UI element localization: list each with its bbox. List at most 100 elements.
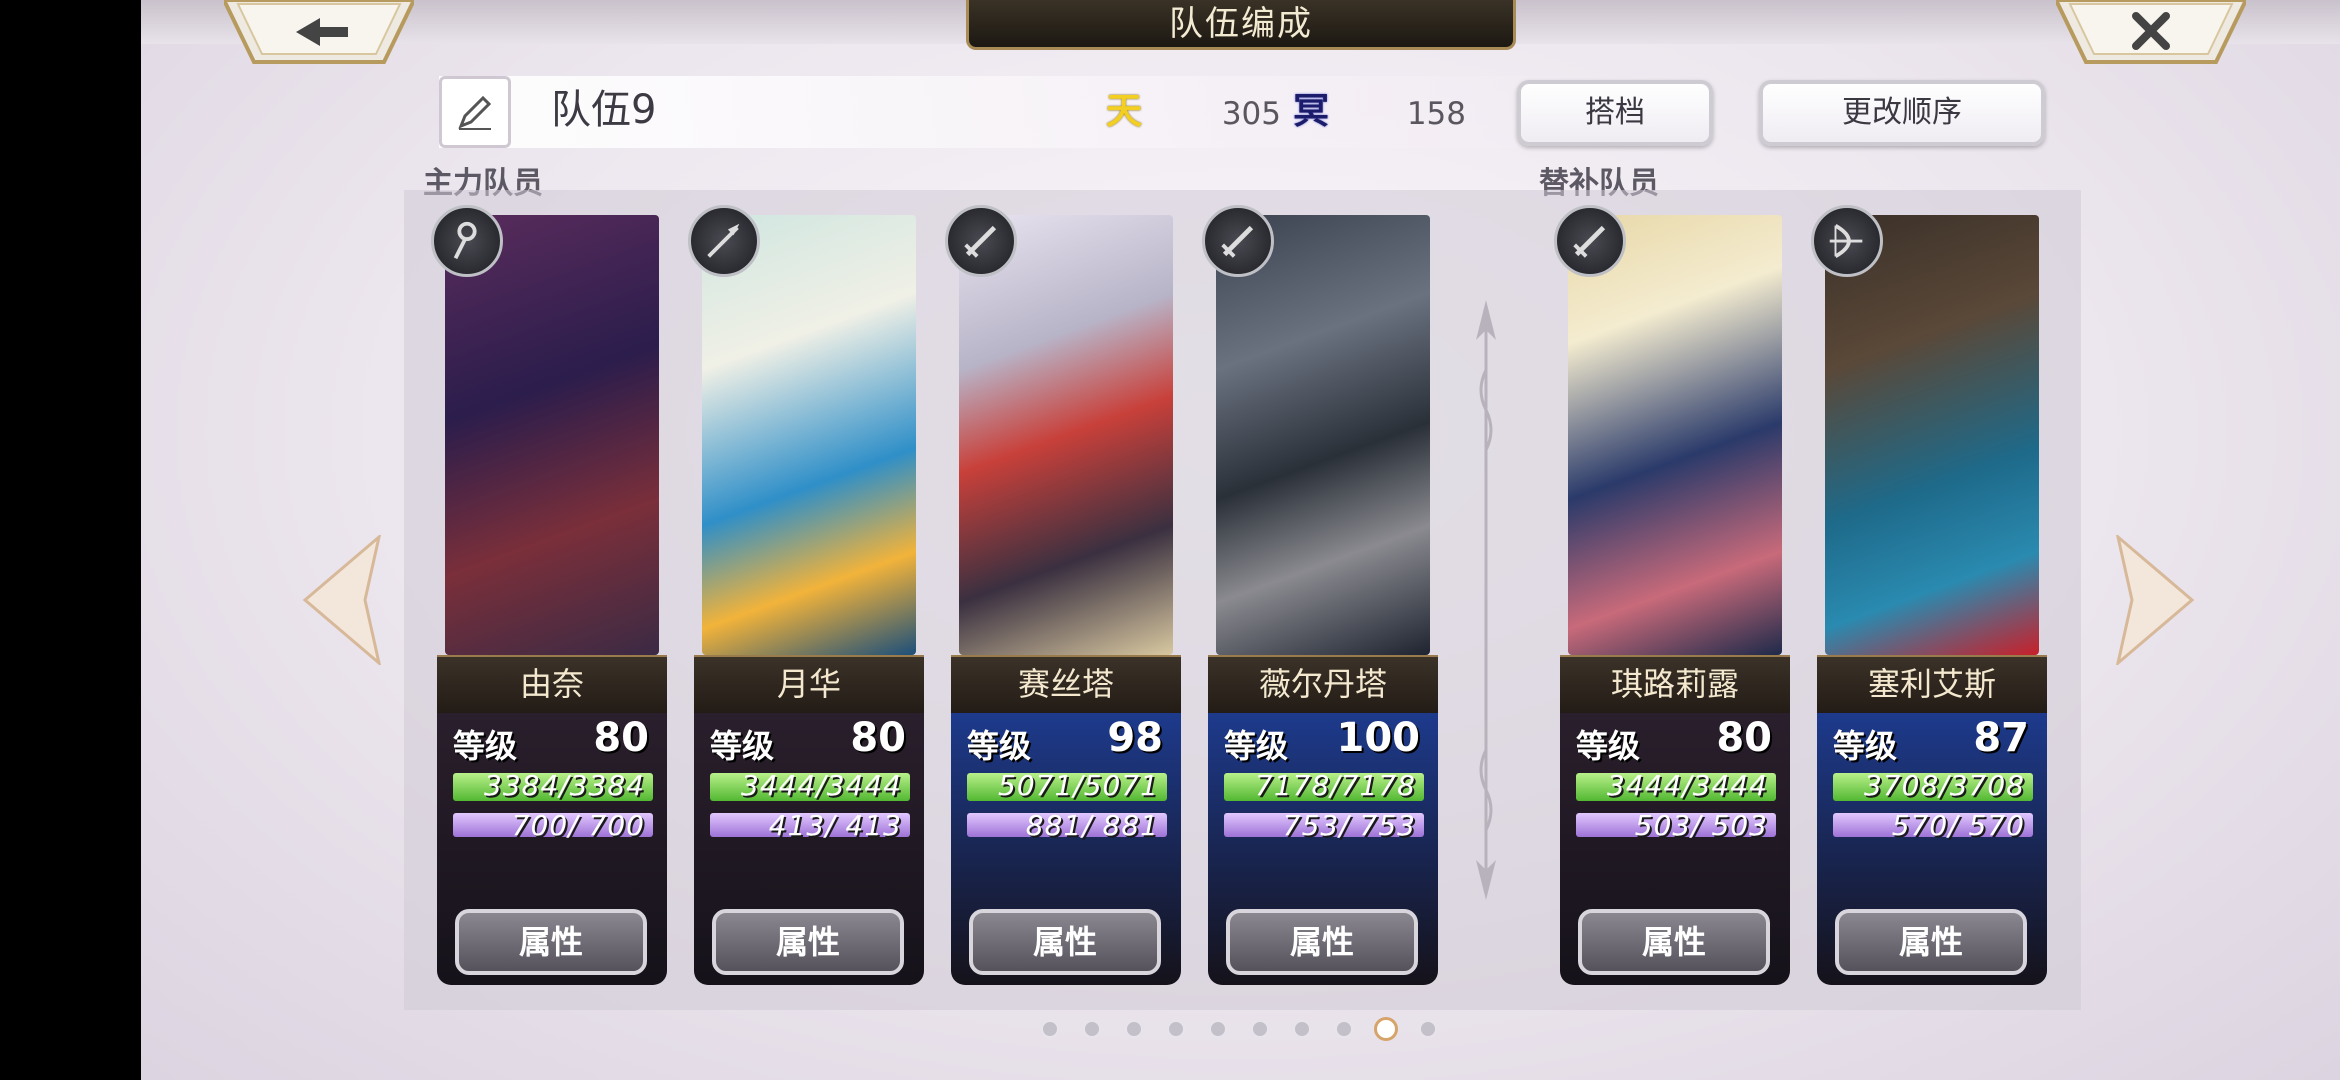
page-dot[interactable] [1083, 1020, 1101, 1038]
bow-icon [1811, 205, 1883, 277]
sword-icon [1202, 205, 1274, 277]
member-card[interactable]: 薇尔丹塔 等级 100 7178/7178 753/ 753 属性 [1202, 205, 1438, 985]
character-portrait[interactable] [1825, 215, 2039, 655]
character-name: 月华 [694, 655, 924, 715]
member-card[interactable]: 赛丝塔 等级 98 5071/5071 881/ 881 属性 [945, 205, 1181, 985]
level-value: 80 [593, 715, 649, 761]
stat-box: 等级 80 3384/3384 700/ 700 属性 [437, 713, 667, 985]
mp-value: 570/ 570 [1891, 809, 2025, 842]
character-portrait[interactable] [959, 215, 1173, 655]
character-portrait[interactable] [445, 215, 659, 655]
page-dot[interactable] [1251, 1020, 1269, 1038]
level-value: 80 [850, 715, 906, 761]
stat-box: 等级 100 7178/7178 753/ 753 属性 [1208, 713, 1438, 985]
character-name: 薇尔丹塔 [1208, 655, 1438, 715]
mp-value: 881/ 881 [1025, 809, 1159, 842]
page-dot[interactable] [1335, 1020, 1353, 1038]
mp-bar: 753/ 753 [1224, 809, 1424, 842]
hp-value: 3384/3384 [484, 769, 645, 802]
game-screen: 队伍编成 队伍9 天 305 冥 158 搭档 更改顺序 主力队员 替补队员 由… [141, 0, 2340, 1080]
mp-bar: 503/ 503 [1576, 809, 1776, 842]
mp-value: 753/ 753 [1282, 809, 1416, 842]
member-card[interactable]: 月华 等级 80 3444/3444 413/ 413 属性 [688, 205, 924, 985]
pen-icon [458, 95, 492, 130]
attribute-button[interactable]: 属性 [969, 909, 1161, 975]
page-title: 队伍编成 [966, 0, 1516, 50]
mp-bar: 700/ 700 [453, 809, 653, 842]
attribute-button[interactable]: 属性 [1226, 909, 1418, 975]
page-dot[interactable] [1209, 1020, 1227, 1038]
attribute-button[interactable]: 属性 [1578, 909, 1770, 975]
sword-icon [945, 205, 1017, 277]
page-dot[interactable] [1125, 1020, 1143, 1038]
divider-ornament [1476, 300, 1496, 900]
close-icon [2053, 0, 2249, 64]
sword-icon [1554, 205, 1626, 277]
attribute-button[interactable]: 属性 [1835, 909, 2027, 975]
level-label: 等级 [967, 727, 1032, 765]
level-label: 等级 [1833, 727, 1898, 765]
attribute-button[interactable]: 属性 [455, 909, 647, 975]
level-value: 98 [1107, 715, 1163, 761]
level-label: 等级 [1224, 727, 1289, 765]
reorder-button[interactable]: 更改顺序 [1759, 80, 2045, 146]
back-button[interactable] [221, 0, 417, 64]
hp-value: 5071/5071 [998, 769, 1159, 802]
hp-value: 7178/7178 [1255, 769, 1416, 802]
character-name: 赛丝塔 [951, 655, 1181, 715]
hp-bar: 3384/3384 [453, 769, 653, 802]
member-card[interactable]: 琪路莉露 等级 80 3444/3444 503/ 503 属性 [1554, 205, 1790, 985]
mp-bar: 881/ 881 [967, 809, 1167, 842]
heaven-icon: 天 [1106, 91, 1143, 132]
level-value: 80 [1716, 715, 1772, 761]
character-portrait[interactable] [1568, 215, 1782, 655]
mp-bar: 570/ 570 [1833, 809, 2033, 842]
stat-box: 等级 80 3444/3444 413/ 413 属性 [694, 713, 924, 985]
page-dot[interactable] [1374, 1017, 1398, 1041]
hell-value: 158 [1406, 96, 1466, 132]
mp-value: 700/ 700 [511, 809, 645, 842]
prev-page-arrow-icon[interactable] [301, 535, 381, 665]
character-portrait[interactable] [702, 215, 916, 655]
hp-bar: 3444/3444 [1576, 769, 1776, 802]
close-button[interactable] [2053, 0, 2249, 64]
level-label: 等级 [453, 727, 518, 765]
hp-bar: 3444/3444 [710, 769, 910, 802]
back-arrow-icon [221, 0, 417, 64]
heaven-value: 305 [1221, 96, 1281, 132]
partner-button[interactable]: 搭档 [1517, 80, 1713, 146]
attribute-button[interactable]: 属性 [712, 909, 904, 975]
page-dot[interactable] [1167, 1020, 1185, 1038]
hell-icon: 冥 [1293, 91, 1330, 132]
member-card[interactable]: 由奈 等级 80 3384/3384 700/ 700 属性 [431, 205, 667, 985]
level-value: 100 [1336, 715, 1421, 761]
member-card[interactable]: 塞利艾斯 等级 87 3708/3708 570/ 570 属性 [1811, 205, 2047, 985]
mp-bar: 413/ 413 [710, 809, 910, 842]
stat-box: 等级 87 3708/3708 570/ 570 属性 [1817, 713, 2047, 985]
hp-value: 3444/3444 [741, 769, 902, 802]
hp-bar: 5071/5071 [967, 769, 1167, 802]
edit-name-button[interactable] [439, 76, 511, 148]
staff-icon [431, 205, 503, 277]
hp-bar: 7178/7178 [1224, 769, 1424, 802]
page-dot[interactable] [1293, 1020, 1311, 1038]
hp-value: 3708/3708 [1864, 769, 2025, 802]
level-label: 等级 [1576, 727, 1641, 765]
mp-value: 503/ 503 [1634, 809, 1768, 842]
character-name: 塞利艾斯 [1817, 655, 2047, 715]
spear-icon [688, 205, 760, 277]
level-label: 等级 [710, 727, 775, 765]
character-name: 由奈 [437, 655, 667, 715]
hp-bar: 3708/3708 [1833, 769, 2033, 802]
stat-box: 等级 98 5071/5071 881/ 881 属性 [951, 713, 1181, 985]
page-dot[interactable] [1419, 1020, 1437, 1038]
level-value: 87 [1973, 715, 2029, 761]
stat-box: 等级 80 3444/3444 503/ 503 属性 [1560, 713, 1790, 985]
next-page-arrow-icon[interactable] [2116, 535, 2196, 665]
mp-value: 413/ 413 [768, 809, 902, 842]
hp-value: 3444/3444 [1607, 769, 1768, 802]
team-name: 队伍9 [551, 87, 657, 133]
character-name: 琪路莉露 [1560, 655, 1790, 715]
page-dot[interactable] [1041, 1020, 1059, 1038]
character-portrait[interactable] [1216, 215, 1430, 655]
